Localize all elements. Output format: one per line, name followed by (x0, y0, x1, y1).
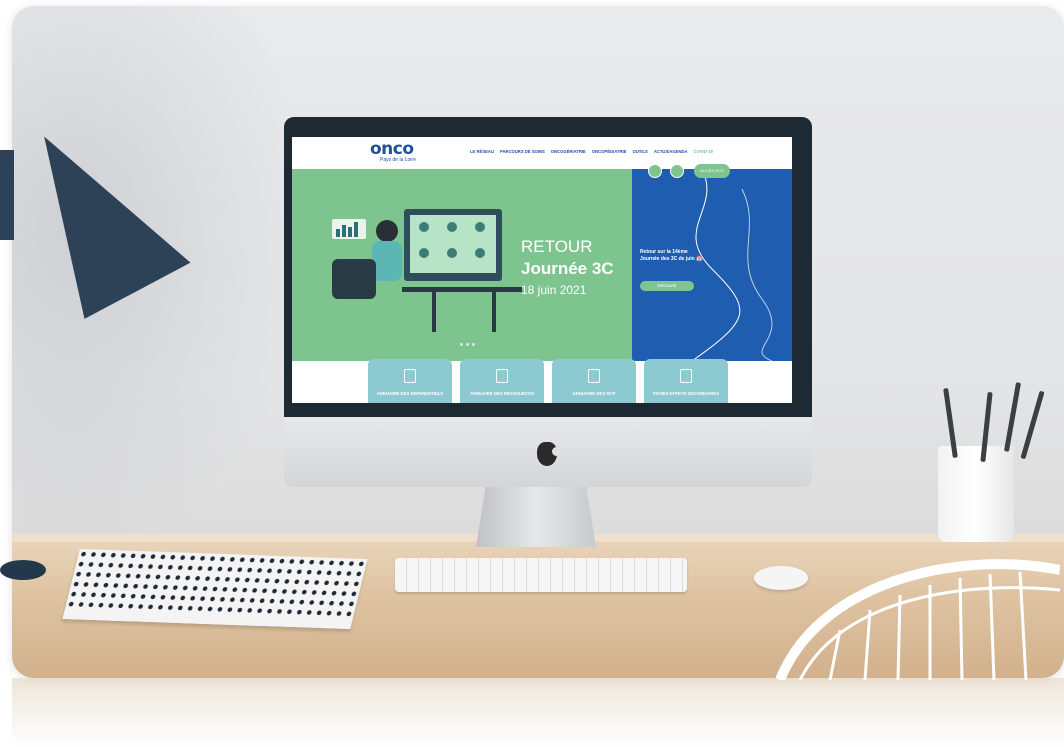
chair-spindle (988, 573, 996, 680)
book-icon (496, 369, 508, 383)
nav-item-reseau[interactable]: LE RÉSEAU (470, 149, 494, 154)
notebook-icon (588, 369, 600, 383)
card-label: ANNUAIRE DES RESSOURCES (470, 391, 534, 396)
main-nav: LE RÉSEAU PARCOURS DE SOINS ONCOGÉRIATRI… (470, 149, 713, 154)
card-label: ANNUAIRE DES RCP (572, 391, 616, 396)
chair-spindle (896, 594, 902, 680)
desk-illustration (402, 287, 522, 292)
nav-item-covid[interactable]: COVID-19 (694, 149, 713, 154)
wall-shadow (12, 6, 312, 566)
mail-icon[interactable] (670, 164, 684, 178)
chart-bar (336, 229, 340, 237)
hero-title-line1: RETOUR (521, 237, 593, 256)
video-call-person (447, 222, 457, 232)
person-head (376, 220, 398, 242)
carousel-dot[interactable] (466, 343, 469, 346)
website-screen: onco Pays de la Loire LE RÉSEAU PARCOURS… (292, 137, 792, 403)
desk-leg (492, 292, 496, 332)
pencil-cup (938, 446, 1014, 542)
discover-button[interactable]: Découvrir (640, 281, 694, 291)
chair-back (775, 559, 1060, 680)
card-ressources[interactable]: ANNUAIRE DES RESSOURCES (460, 359, 544, 403)
video-call-person (447, 248, 457, 258)
logo-word: onco (370, 139, 414, 159)
card-label: ANNUAIRE DES RÉFÉRENTIELS (376, 391, 444, 396)
nav-item-parcours[interactable]: PARCOURS DE SOINS (500, 149, 545, 154)
nav-item-oncopediatrie[interactable]: ONCOPÉDIATRIE (592, 149, 627, 154)
wave-line (741, 188, 773, 361)
site-logo[interactable]: onco Pays de la Loire (370, 139, 450, 167)
chart-bar (342, 225, 346, 237)
nav-item-outils[interactable]: OUTILS (632, 149, 647, 154)
card-effets-secondaires[interactable]: FICHES EFFETS SECONDAIRES (644, 359, 728, 403)
card-rcp[interactable]: ANNUAIRE DES RCP (552, 359, 636, 403)
monitor-stand (476, 487, 596, 547)
news-panel: Retour sur la 14ème Journée des 3C de ju… (632, 169, 792, 361)
carousel-dot[interactable] (472, 343, 475, 346)
carousel-dot[interactable] (460, 343, 463, 346)
chart-bar (348, 227, 352, 237)
video-call-person (475, 222, 485, 232)
chair-spindle (863, 609, 872, 680)
lamp-base (0, 560, 46, 580)
dotted-notebook (62, 548, 368, 630)
video-call-person (419, 248, 429, 258)
quick-links: ANNUAIRE DES RÉFÉRENTIELS ANNUAIRE DES R… (368, 359, 728, 403)
search-icon[interactable] (648, 164, 662, 178)
file-icon (680, 369, 692, 383)
desk-leg (432, 292, 436, 332)
card-referentiels[interactable]: ANNUAIRE DES RÉFÉRENTIELS (368, 359, 452, 403)
video-call-person (419, 222, 429, 232)
hero-title-line3: 18 juin 2021 (521, 283, 587, 297)
chart-bar (354, 222, 358, 237)
document-icon (404, 369, 416, 383)
person-body (372, 241, 402, 281)
carousel-dots (460, 343, 475, 346)
white-chair (775, 559, 1060, 680)
panel-text: Retour sur la 14ème Journée des 3C de ju… (640, 249, 703, 262)
nav-item-actus[interactable]: ACTUS/AGENDA (654, 149, 688, 154)
wave-line (691, 169, 741, 361)
wave-decoration (691, 169, 773, 361)
chair-spindle (958, 577, 964, 680)
logo-subtitle: Pays de la Loire (380, 157, 416, 163)
video-call-person (475, 248, 485, 258)
chair-illustration (332, 259, 376, 299)
nav-item-oncogeriatrie[interactable]: ONCOGÉRIATRIE (551, 149, 586, 154)
keyboard (395, 558, 687, 592)
reflection (12, 678, 1064, 747)
access-rcc-button[interactable]: ACCÈS RCC (694, 164, 730, 178)
apple-logo-bite (552, 447, 561, 456)
hero-title-line2: Journée 3C (521, 259, 614, 278)
card-label: FICHES EFFETS SECONDAIRES (652, 391, 720, 396)
